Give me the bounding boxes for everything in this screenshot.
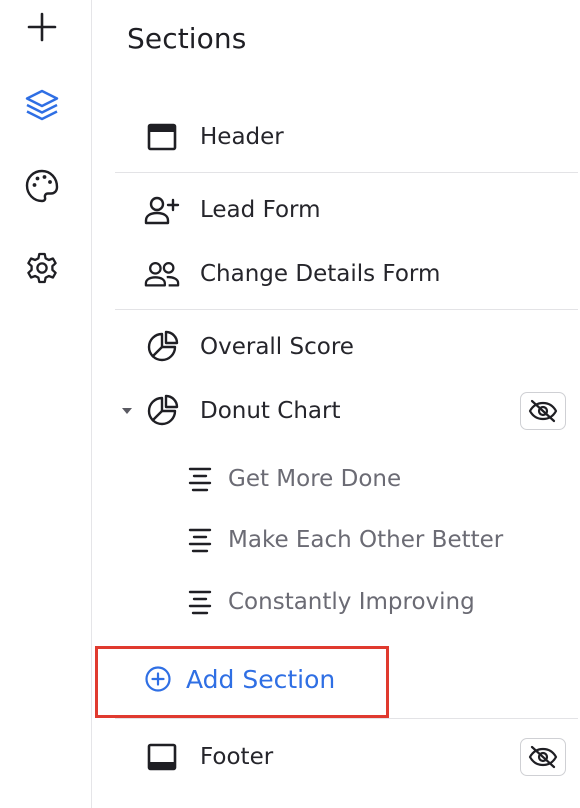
pie-chart-icon bbox=[144, 329, 180, 365]
pie-chart-icon bbox=[144, 393, 180, 429]
gear-icon bbox=[27, 252, 57, 284]
sub-item-make-each-other-better[interactable]: Make Each Other Better bbox=[92, 512, 580, 568]
eye-off-icon bbox=[528, 745, 558, 769]
section-label: Change Details Form bbox=[200, 261, 441, 287]
left-toolbar bbox=[0, 0, 92, 808]
eye-off-icon bbox=[528, 399, 558, 423]
sub-item-constantly-improving[interactable]: Constantly Improving bbox=[92, 574, 580, 630]
sub-item-get-more-done[interactable]: Get More Done bbox=[92, 451, 580, 507]
add-section-label: Add Section bbox=[186, 664, 336, 694]
divider bbox=[115, 172, 578, 173]
panel-title: Sections bbox=[127, 22, 247, 55]
section-item-overall-score[interactable]: Overall Score bbox=[92, 319, 580, 375]
section-item-lead-form[interactable]: Lead Form bbox=[92, 182, 580, 238]
sections-layers-button[interactable] bbox=[21, 84, 63, 126]
divider bbox=[115, 309, 578, 310]
layers-icon bbox=[25, 89, 59, 121]
user-plus-icon bbox=[144, 192, 180, 228]
section-item-header[interactable]: Header bbox=[92, 109, 580, 165]
collapse-caret-icon[interactable] bbox=[122, 408, 132, 414]
sub-item-label: Make Each Other Better bbox=[228, 527, 504, 553]
theme-button[interactable] bbox=[21, 165, 63, 207]
section-item-change-details-form[interactable]: Change Details Form bbox=[92, 246, 580, 302]
align-center-icon bbox=[182, 522, 218, 558]
section-label: Footer bbox=[200, 744, 274, 770]
footer-layout-icon bbox=[144, 739, 180, 775]
add-section-button[interactable]: Add Section bbox=[144, 656, 335, 702]
section-label: Lead Form bbox=[200, 197, 321, 223]
section-label: Overall Score bbox=[200, 334, 354, 360]
palette-icon bbox=[25, 169, 59, 203]
sections-panel: Sections Header Lead Form Change Details… bbox=[92, 0, 580, 808]
section-label: Donut Chart bbox=[200, 398, 341, 424]
add-button[interactable] bbox=[21, 6, 63, 48]
section-item-donut-chart[interactable]: Donut Chart bbox=[92, 383, 580, 439]
align-center-icon bbox=[182, 461, 218, 497]
plus-icon bbox=[27, 12, 57, 42]
toggle-visibility-button[interactable] bbox=[520, 738, 566, 776]
section-label: Header bbox=[200, 124, 284, 150]
sub-item-label: Get More Done bbox=[228, 466, 402, 492]
header-layout-icon bbox=[144, 119, 180, 155]
toggle-visibility-button[interactable] bbox=[520, 392, 566, 430]
sub-item-label: Constantly Improving bbox=[228, 589, 475, 615]
section-item-footer[interactable]: Footer bbox=[92, 729, 580, 785]
plus-circle-icon bbox=[145, 666, 171, 692]
users-icon bbox=[144, 256, 180, 292]
settings-button[interactable] bbox=[21, 248, 63, 290]
align-center-icon bbox=[182, 584, 218, 620]
divider bbox=[115, 718, 578, 719]
